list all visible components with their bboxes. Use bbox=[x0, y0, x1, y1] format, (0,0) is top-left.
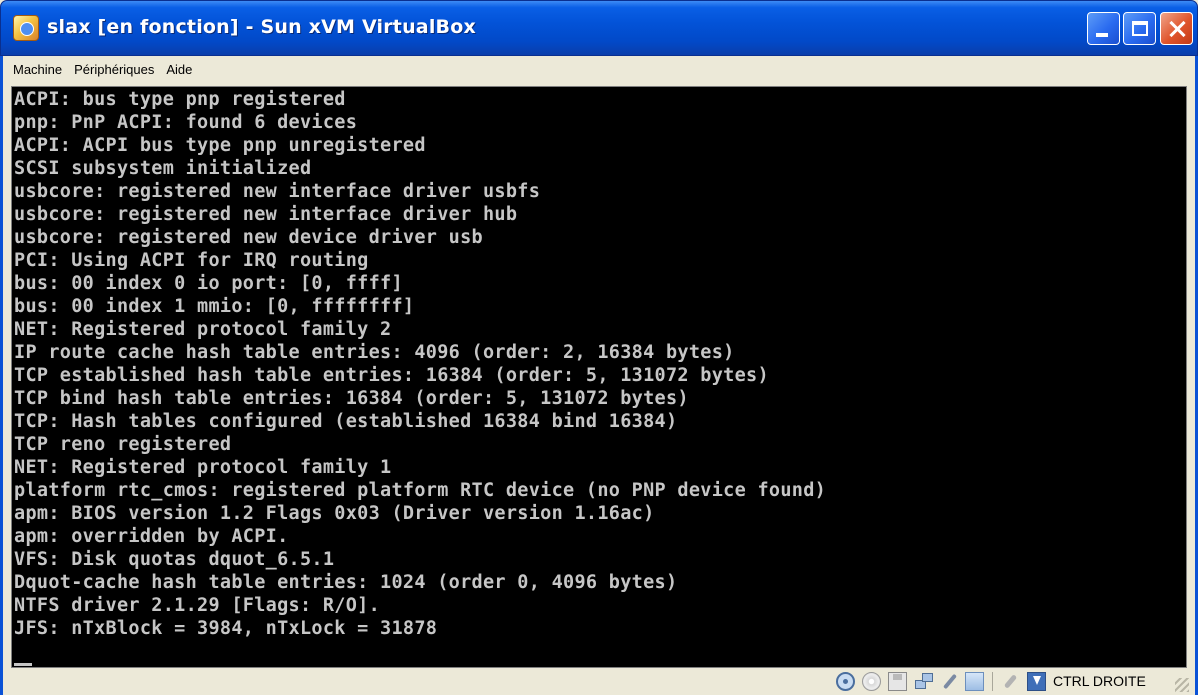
console-line: VFS: Disk quotas dquot_6.5.1 bbox=[14, 549, 335, 570]
console-line: JFS: nTxBlock = 3984, nTxLock = 31878 bbox=[14, 618, 438, 639]
minimize-icon bbox=[1096, 33, 1108, 37]
menu-machine[interactable]: Machine bbox=[7, 59, 68, 80]
hard-disk-icon[interactable] bbox=[836, 672, 855, 691]
console-line: usbcore: registered new interface driver… bbox=[14, 204, 518, 225]
virtualbox-app-icon[interactable] bbox=[13, 15, 39, 41]
console-line: Dquot-cache hash table entries: 1024 (or… bbox=[14, 572, 678, 593]
console-line: platform rtc_cmos: registered platform R… bbox=[14, 480, 827, 501]
menu-aide[interactable]: Aide bbox=[160, 59, 198, 80]
floppy-icon[interactable] bbox=[888, 672, 907, 691]
shared-folders-icon[interactable] bbox=[965, 672, 984, 691]
console-line: usbcore: registered new interface driver… bbox=[14, 181, 541, 202]
console-line: ACPI: ACPI bus type pnp unregistered bbox=[14, 135, 426, 156]
menu-bar: Machine Périphériques Aide bbox=[3, 56, 1195, 83]
console-line: SCSI subsystem initialized bbox=[14, 158, 312, 179]
console-line: pnp: PnP ACPI: found 6 devices bbox=[14, 112, 358, 133]
window-title: slax [en fonction] - Sun xVM VirtualBox bbox=[47, 16, 476, 38]
maximize-button[interactable] bbox=[1123, 12, 1156, 45]
console-line: apm: overridden by ACPI. bbox=[14, 526, 289, 547]
console-line: apm: BIOS version 1.2 Flags 0x03 (Driver… bbox=[14, 503, 655, 524]
cd-dvd-icon[interactable] bbox=[862, 672, 881, 691]
close-button[interactable] bbox=[1160, 12, 1193, 45]
host-key-label: CTRL DROITE bbox=[1053, 673, 1146, 689]
maximize-icon bbox=[1132, 21, 1148, 36]
mouse-integration-icon[interactable] bbox=[1001, 672, 1020, 691]
console-line: PCI: Using ACPI for IRQ routing bbox=[14, 250, 369, 271]
console-line: TCP: Hash tables configured (established… bbox=[14, 411, 678, 432]
title-bar[interactable]: slax [en fonction] - Sun xVM VirtualBox bbox=[0, 0, 1198, 56]
status-bar: CTRL DROITE bbox=[3, 668, 1195, 695]
text-cursor bbox=[14, 663, 32, 666]
console-line: bus: 00 index 0 io port: [0, ffff] bbox=[14, 273, 403, 294]
console-line: TCP reno registered bbox=[14, 434, 232, 455]
network-icon[interactable] bbox=[915, 672, 934, 691]
status-separator bbox=[992, 672, 993, 691]
console-line: bus: 00 index 1 mmio: [0, ffffffff] bbox=[14, 296, 415, 317]
console-line: usbcore: registered new device driver us… bbox=[14, 227, 483, 248]
vm-console-screen[interactable]: ACPI: bus type pnp registered pnp: PnP A… bbox=[11, 86, 1187, 668]
console-line: IP route cache hash table entries: 4096 … bbox=[14, 342, 735, 363]
menu-peripheriques[interactable]: Périphériques bbox=[68, 59, 160, 80]
minimize-button[interactable] bbox=[1087, 12, 1120, 45]
console-line: TCP established hash table entries: 1638… bbox=[14, 365, 769, 386]
console-line: NET: Registered protocol family 2 bbox=[14, 319, 392, 340]
console-line: NTFS driver 2.1.29 [Flags: R/O]. bbox=[14, 595, 381, 616]
console-output: ACPI: bus type pnp registered pnp: PnP A… bbox=[14, 88, 826, 640]
console-line: NET: Registered protocol family 1 bbox=[14, 457, 392, 478]
console-line: TCP bind hash table entries: 16384 (orde… bbox=[14, 388, 689, 409]
window-frame-left bbox=[0, 56, 3, 695]
usb-icon[interactable] bbox=[940, 672, 959, 691]
console-line: ACPI: bus type pnp registered bbox=[14, 89, 346, 110]
resize-grip[interactable] bbox=[1175, 678, 1189, 692]
keyboard-capture-icon[interactable] bbox=[1027, 672, 1046, 691]
